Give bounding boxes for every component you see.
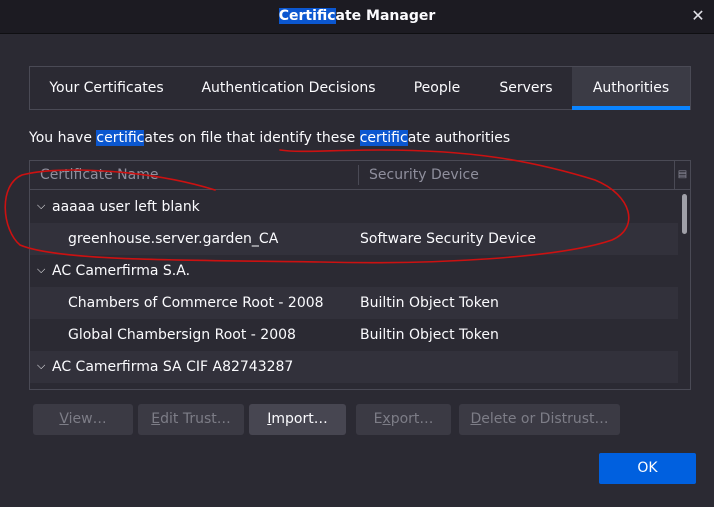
- tree-row[interactable]: greenhouse.server.garden_CA Software Sec…: [30, 223, 678, 255]
- window-title: Certificate Manager: [0, 8, 714, 24]
- desc-part: You have: [29, 130, 97, 146]
- security-device: Builtin Object Token: [360, 327, 499, 343]
- close-icon[interactable]: ✕: [688, 6, 708, 26]
- tree-header: Certificate Name Security Device ▤: [30, 161, 690, 190]
- chevron-down-icon[interactable]: ⌵: [37, 200, 49, 212]
- accesskey: V: [59, 411, 69, 427]
- tree-row[interactable]: ⌵ AC Camerfirma S.A.: [30, 255, 678, 287]
- scrollbar-thumb[interactable]: [682, 194, 687, 234]
- accesskey: E: [151, 411, 161, 427]
- column-picker-icon[interactable]: ▤: [674, 161, 690, 189]
- button-label: port…: [390, 411, 434, 427]
- security-device: Builtin Object Token: [360, 295, 499, 311]
- delete-or-distrust-button[interactable]: Delete or Distrust…: [459, 404, 620, 435]
- tab-authorities[interactable]: Authorities: [572, 67, 690, 110]
- accesskey: x: [382, 411, 391, 427]
- tree-scrollbar[interactable]: [678, 190, 690, 389]
- certificate-tree[interactable]: Certificate Name Security Device ▤ ⌵ aaa…: [29, 160, 691, 390]
- security-device: Software Security Device: [360, 231, 536, 247]
- title-text: ate Manager: [335, 8, 436, 24]
- export-button[interactable]: Export…: [356, 404, 451, 435]
- desc-search-highlight: certific: [96, 130, 145, 146]
- description-text: You have certificates on file that ident…: [29, 130, 510, 146]
- column-header-security-device[interactable]: Security Device: [369, 167, 479, 183]
- tab-servers[interactable]: Servers: [480, 67, 572, 109]
- column-header-certificate-name[interactable]: Certificate Name: [40, 167, 158, 183]
- tree-rows: ⌵ aaaaa user left blank greenhouse.serve…: [30, 191, 678, 383]
- column-divider[interactable]: [358, 165, 359, 185]
- tree-row[interactable]: ⌵ aaaaa user left blank: [30, 191, 678, 223]
- cert-name: AC Camerfirma S.A.: [52, 263, 191, 279]
- tree-row[interactable]: ⌵ AC Camerfirma SA CIF A82743287: [30, 351, 678, 383]
- tab-your-certificates[interactable]: Your Certificates: [30, 67, 183, 109]
- ok-button[interactable]: OK: [599, 453, 696, 484]
- cert-name: greenhouse.server.garden_CA: [68, 231, 279, 247]
- tree-row[interactable]: Global Chambersign Root - 2008 Builtin O…: [30, 319, 678, 351]
- button-label: elete or Distrust…: [481, 411, 609, 427]
- desc-part: ate authorities: [407, 130, 511, 146]
- tab-authentication-decisions[interactable]: Authentication Decisions: [183, 67, 394, 109]
- button-bar: View… Edit Trust… Import… Export… Delete…: [33, 404, 693, 436]
- chevron-down-icon[interactable]: ⌵: [37, 360, 49, 372]
- chevron-down-icon[interactable]: ⌵: [37, 264, 49, 276]
- button-label: iew…: [68, 411, 107, 427]
- cert-name: Chambers of Commerce Root - 2008: [68, 295, 324, 311]
- button-label: mport…: [271, 411, 328, 427]
- button-label: dit Trust…: [160, 411, 231, 427]
- title-bar: Certificate Manager ✕: [0, 0, 714, 34]
- accesskey: D: [470, 411, 482, 427]
- desc-part: ates on file that identify these: [144, 130, 360, 146]
- tab-strip: Your Certificates Authentication Decisio…: [29, 66, 691, 110]
- view-button[interactable]: View…: [33, 404, 133, 435]
- cert-name: AC Camerfirma SA CIF A82743287: [52, 359, 294, 375]
- tab-people[interactable]: People: [394, 67, 480, 109]
- cert-name: Global Chambersign Root - 2008: [68, 327, 296, 343]
- tree-row[interactable]: Chambers of Commerce Root - 2008 Builtin…: [30, 287, 678, 319]
- cert-name: aaaaa user left blank: [52, 199, 200, 215]
- edit-trust-button[interactable]: Edit Trust…: [138, 404, 244, 435]
- import-button[interactable]: Import…: [249, 404, 346, 435]
- desc-search-highlight: certific: [359, 130, 408, 146]
- title-search-highlight: Certific: [278, 8, 336, 24]
